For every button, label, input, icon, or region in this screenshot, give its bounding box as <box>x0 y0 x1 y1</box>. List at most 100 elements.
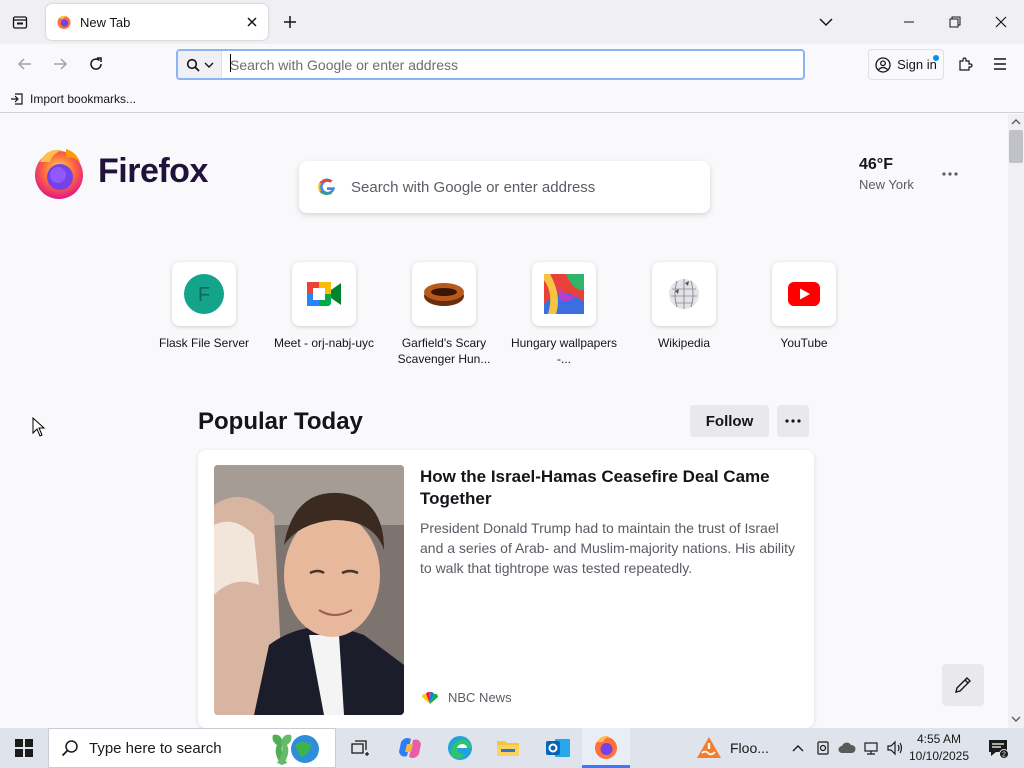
url-input[interactable] <box>222 51 803 78</box>
tray-network-button[interactable] <box>859 728 883 768</box>
story-headline[interactable]: How the Israel-Hamas Ceasefire Deal Came… <box>420 466 790 510</box>
sign-in-button[interactable]: Sign in <box>868 49 944 80</box>
outlook-icon <box>546 739 570 757</box>
start-button[interactable] <box>0 728 48 768</box>
shortcut-tile[interactable]: YouTube <box>744 262 864 351</box>
shortcut-tile[interactable]: Garfield's Scary Scavenger Hun... <box>384 262 504 367</box>
new-tab-button[interactable] <box>278 10 302 34</box>
story-card[interactable]: How the Israel-Hamas Ceasefire Deal Came… <box>198 450 814 728</box>
shortcut-tile[interactable]: Meet - orj-nabj-uyc <box>264 262 384 351</box>
taskbar-copilot-button[interactable] <box>386 728 434 768</box>
svg-text:F: F <box>198 284 210 306</box>
taskbar-outlook-button[interactable] <box>534 728 582 768</box>
list-all-tabs-button[interactable] <box>812 10 840 34</box>
chevron-up-icon <box>1011 118 1021 124</box>
import-bookmarks-button[interactable]: Import bookmarks... <box>10 88 136 109</box>
reload-icon <box>90 57 102 70</box>
weather-widget[interactable]: 46°F New York <box>859 156 914 192</box>
firefox-view-icon <box>12 16 28 29</box>
taskbar-file-explorer-button[interactable] <box>484 728 532 768</box>
clock-time: 4:55 AM <box>916 732 962 746</box>
notifications-button[interactable]: 2 <box>978 728 1018 768</box>
taskbar-weather-widget[interactable]: Floo... <box>696 728 769 768</box>
notification-count: 2 <box>1002 752 1006 759</box>
customize-button[interactable] <box>942 664 984 706</box>
hamburger-menu-icon <box>994 58 1006 70</box>
section-title: Popular Today <box>198 408 363 435</box>
shortcut-icon-box <box>652 262 716 326</box>
follow-button[interactable]: Follow <box>690 405 769 437</box>
weather-menu-button[interactable] <box>936 164 964 184</box>
reload-button[interactable] <box>81 50 111 78</box>
weather-alert-label: Floo... <box>730 740 769 756</box>
google-logo-icon <box>318 178 335 196</box>
shortcut-label: Wikipedia <box>657 336 711 350</box>
weather-temperature: 46°F <box>859 156 893 173</box>
taskbar-edge-button[interactable] <box>436 728 484 768</box>
network-icon <box>864 742 878 755</box>
extensions-button[interactable] <box>950 50 980 78</box>
pencil-icon <box>955 677 971 693</box>
app-menu-button[interactable] <box>985 50 1015 78</box>
tray-meet-now-button[interactable] <box>811 728 835 768</box>
ribbon-globe-icon <box>272 734 319 765</box>
mouse-cursor-icon <box>32 417 46 437</box>
shortcut-tile[interactable]: Wikipedia <box>624 262 744 351</box>
task-view-button[interactable] <box>336 728 384 768</box>
scroll-up-button[interactable] <box>1011 114 1021 128</box>
wikipedia-globe-icon <box>669 279 699 309</box>
shortcut-label: Hungary wallpapers -... <box>510 336 618 366</box>
arrow-left-icon <box>17 58 31 70</box>
shortcut-icon-box: F <box>172 262 236 326</box>
shortcut-icon-box <box>772 262 836 326</box>
notification-dot <box>933 55 939 61</box>
chevron-up-icon <box>792 745 804 752</box>
taskbar-search-placeholder: Type here to search <box>89 739 222 757</box>
taskbar-clock[interactable]: 4:55 AM 10/10/2025 <box>904 731 974 765</box>
arrow-right-icon <box>54 58 68 70</box>
scroll-down-button[interactable] <box>1011 712 1021 726</box>
sign-in-label: Sign in <box>897 57 937 72</box>
tab-close-button[interactable] <box>238 8 266 36</box>
restore-button[interactable] <box>932 0 978 44</box>
minimize-button[interactable] <box>886 0 932 44</box>
firefox-logo-icon <box>35 149 83 199</box>
shortcut-tile[interactable]: Hungary wallpapers -... <box>504 262 624 367</box>
hero-search-box[interactable]: Search with Google or enter address <box>299 161 710 213</box>
youtube-icon <box>788 282 820 306</box>
search-icon <box>61 740 78 757</box>
story-excerpt: President Donald Trump had to maintain t… <box>420 520 796 576</box>
windows-taskbar: Type here to search Floo... 4:55 AM 10/1… <box>0 728 1024 768</box>
search-engine-selector[interactable] <box>178 51 222 78</box>
task-view-icon <box>351 740 369 756</box>
tab-new-tab[interactable]: New Tab <box>46 4 268 40</box>
minimize-icon <box>904 21 914 23</box>
colorful-wallpaper-icon <box>544 274 584 314</box>
firefox-view-button[interactable] <box>8 10 32 34</box>
page-scrollbar[interactable] <box>1008 114 1024 728</box>
copilot-icon <box>399 738 421 758</box>
taskbar-search-box[interactable]: Type here to search <box>48 728 336 768</box>
show-hidden-icons-button[interactable] <box>786 728 810 768</box>
section-menu-button[interactable] <box>777 405 809 437</box>
text-caret <box>230 54 231 72</box>
puzzle-piece-icon <box>959 57 973 71</box>
navigation-toolbar: Sign in <box>0 44 1024 84</box>
url-bar[interactable] <box>176 49 805 80</box>
close-window-button[interactable] <box>978 0 1024 44</box>
scroll-thumb[interactable] <box>1009 130 1023 163</box>
import-icon <box>11 92 23 105</box>
account-icon <box>875 56 891 73</box>
shortcut-tile[interactable]: F Flask File Server <box>144 262 264 351</box>
restore-icon <box>949 16 961 28</box>
back-button[interactable] <box>10 50 40 78</box>
close-icon <box>995 16 1007 28</box>
folder-icon <box>497 741 519 756</box>
bookmarks-toolbar: Import bookmarks... <box>0 84 1024 113</box>
edge-icon <box>448 736 472 760</box>
tray-onedrive-button[interactable] <box>835 728 859 768</box>
clock-date: 10/10/2025 <box>908 749 970 763</box>
taskbar-firefox-button[interactable] <box>582 728 630 768</box>
firefox-wordmark: Firefox <box>98 152 208 190</box>
forward-button[interactable] <box>45 50 75 78</box>
